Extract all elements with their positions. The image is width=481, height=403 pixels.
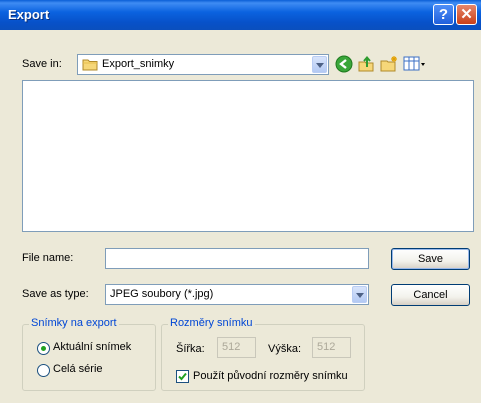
save-as-type-label: Save as type: <box>22 288 89 300</box>
chevron-down-icon[interactable] <box>312 56 327 73</box>
window-title: Export <box>8 7 50 22</box>
save-in-dropdown[interactable]: Export_snimky <box>77 54 329 75</box>
folder-icon <box>82 59 98 71</box>
radio-current-frame-label[interactable]: Aktuální snímek <box>53 341 131 353</box>
image-size-group: Rozměry snímku Šířka: 512 Výška: 512 Pou… <box>161 317 365 391</box>
width-label: Šířka: <box>176 343 205 355</box>
export-dialog: Export ? ✕ Save in: Export_snimky File n… <box>0 0 481 403</box>
close-icon: ✕ <box>460 6 473 23</box>
height-label: Výška: <box>268 343 302 355</box>
save-in-value: Export_snimky <box>102 58 175 70</box>
radio-selected-dot <box>41 346 46 351</box>
file-name-input[interactable] <box>105 248 369 269</box>
radio-whole-series[interactable] <box>37 364 50 377</box>
original-size-checkbox[interactable] <box>176 370 189 383</box>
view-menu-icon[interactable] <box>403 55 427 73</box>
radio-current-frame[interactable] <box>37 342 50 355</box>
export-group-legend: Snímky na export <box>29 317 119 329</box>
title-bar[interactable]: Export ? ✕ <box>0 0 481 30</box>
close-button[interactable]: ✕ <box>456 4 477 25</box>
save-in-label: Save in: <box>22 58 62 70</box>
file-list[interactable] <box>22 80 474 232</box>
export-options-group: Snímky na export Aktuální snímek Celá sé… <box>22 317 156 391</box>
cancel-button-label: Cancel <box>413 289 448 301</box>
width-value: 512 <box>222 341 241 353</box>
save-as-type-dropdown[interactable]: JPEG soubory (*.jpg) <box>105 284 369 305</box>
radio-whole-series-label[interactable]: Celá série <box>53 363 103 375</box>
height-input: 512 <box>312 337 351 358</box>
chevron-down-icon[interactable] <box>352 286 367 303</box>
save-button-label: Save <box>417 253 444 265</box>
size-group-legend: Rozměry snímku <box>168 317 255 329</box>
save-as-type-value: JPEG soubory (*.jpg) <box>110 288 214 300</box>
help-button[interactable]: ? <box>433 4 454 25</box>
help-icon: ? <box>438 6 449 23</box>
up-folder-icon[interactable] <box>357 55 375 73</box>
cancel-button[interactable]: Cancel <box>391 284 470 306</box>
file-name-label: File name: <box>22 252 74 264</box>
save-button[interactable]: Save <box>391 248 470 270</box>
new-folder-icon[interactable] <box>380 55 398 73</box>
height-value: 512 <box>317 341 336 353</box>
checkmark-icon <box>178 372 187 381</box>
original-size-label[interactable]: Použít původní rozměry snímku <box>193 370 348 382</box>
back-icon[interactable] <box>335 55 353 73</box>
width-input: 512 <box>217 337 256 358</box>
